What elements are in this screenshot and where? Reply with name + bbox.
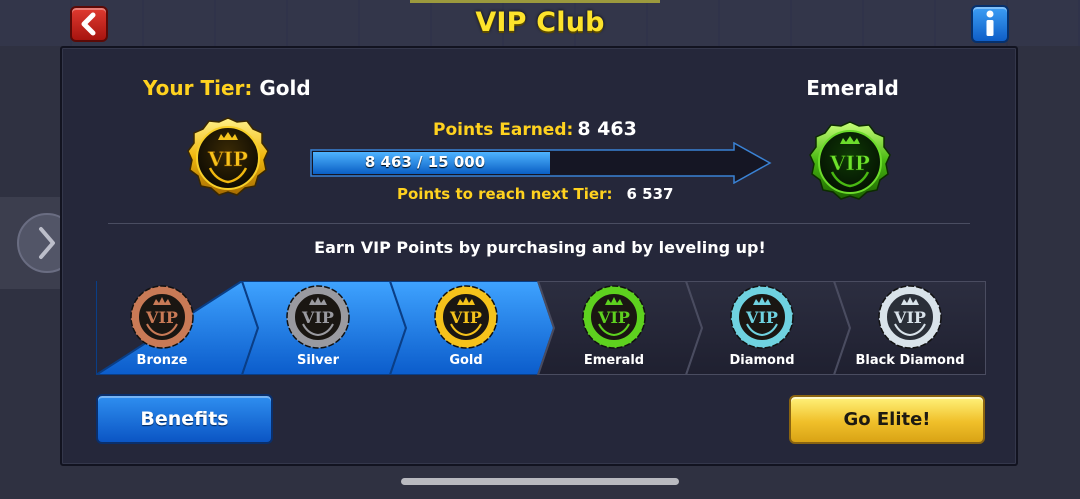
next-tier-name: Emerald [806,76,899,100]
tier-name-label: Emerald [584,353,644,368]
info-icon [986,10,994,36]
tier-name-label: Gold [449,353,482,368]
tier-badge-text: VIP [597,308,630,327]
tier-item-emerald: VIP Emerald [536,281,704,375]
tier-name-label: Silver [297,353,340,368]
your-tier: Your Tier: Gold [143,76,311,100]
next-badge-text: VIP [829,151,870,175]
tier-item-diamond: VIP Diamond [684,281,852,375]
tier-name-label: Bronze [137,353,188,368]
top-bar-highlight [410,0,660,3]
info-button[interactable] [971,5,1009,43]
tier-name-label: Black Diamond [855,353,964,368]
vip-club-screen: VIP Club Your Tier: Gold Emerald VIP VIP… [0,0,1080,499]
tier-item-gold: VIP Gold [388,281,556,375]
tier-item-bronze: VIP Bronze [96,281,260,375]
go-elite-button[interactable]: Go Elite! [789,395,985,444]
bronze-badge-icon: VIP [130,285,194,349]
benefits-button[interactable]: Benefits [96,394,273,444]
points-earned-value: 8 463 [577,118,637,140]
current-tier-badge: VIP [187,117,269,196]
points-to-next-value: 6 537 [626,185,674,203]
points-earned-label: Points Earned: [433,120,574,140]
points-to-next: Points to reach next Tier: 6 537 [397,185,673,203]
your-tier-label: Your Tier: [143,76,253,100]
tier-badge-text: VIP [301,308,334,327]
points-earned: Points Earned: 8 463 [433,118,637,140]
earn-info-text: Earn VIP Points by purchasing and by lev… [314,238,766,257]
home-indicator [401,478,679,485]
tier-name-label: Diamond [729,353,794,368]
tier-badge-text: VIP [449,308,482,327]
silver-badge-icon: VIP [286,285,350,349]
points-to-next-label: Points to reach next Tier: [397,185,613,203]
tier-item-black-diamond: VIP Black Diamond [832,281,986,375]
next-tier-badge: VIP [809,121,891,200]
divider [108,223,970,224]
black-diamond-badge-icon: VIP [878,285,942,349]
gold-badge-icon: VIP [434,285,498,349]
emerald-badge-icon: VIP [582,285,646,349]
tier-item-silver: VIP Silver [240,281,408,375]
tier-strip: VIP Bronze VIP Silver VIP Gold VIP Emerald VIP Di… [96,281,986,375]
current-badge-text: VIP [207,147,248,171]
tier-badge-text: VIP [145,308,178,327]
diamond-badge-icon: VIP [730,285,794,349]
your-tier-value: Gold [259,76,311,100]
tier-badge-text: VIP [745,308,778,327]
page-title: VIP Club [475,7,605,38]
tier-badge-text: VIP [893,308,926,327]
progress-text: 8 463 / 15 000 [364,153,486,171]
